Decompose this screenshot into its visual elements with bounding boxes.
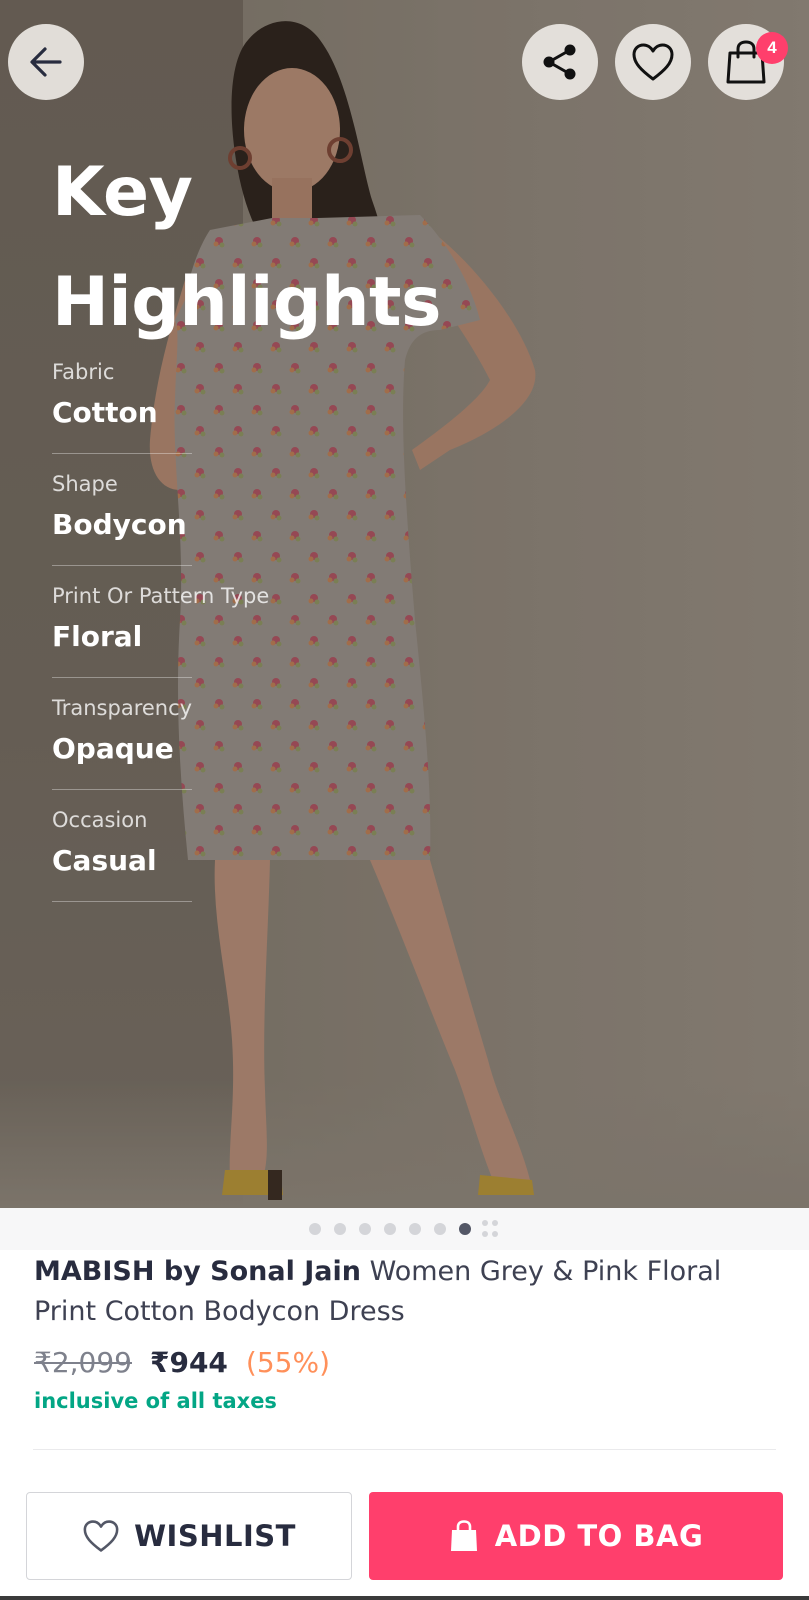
highlight-label: Fabric <box>52 360 115 384</box>
highlight-divider <box>52 453 192 454</box>
highlight-item: Fabric Cotton <box>52 360 292 472</box>
highlight-label: Shape <box>52 472 118 496</box>
price-row: ₹2,099 ₹944 (55%) <box>34 1346 774 1379</box>
carousel-dot[interactable] <box>334 1223 346 1235</box>
mrp-price: ₹2,099 <box>34 1346 132 1379</box>
highlight-item: Print Or Pattern Type Floral <box>52 584 292 696</box>
section-divider <box>33 1449 776 1450</box>
highlight-label: Occasion <box>52 808 148 832</box>
highlight-value: Floral <box>52 620 143 653</box>
add-to-bag-button[interactable]: ADD TO BAG <box>369 1492 783 1580</box>
product-image[interactable]: 4 Key Highlights Fabric Cotton Shape Bod… <box>0 0 809 1208</box>
highlight-label: Print Or Pattern Type <box>52 584 270 608</box>
wishlist-label: WISHLIST <box>134 1519 296 1553</box>
carousel-dot[interactable] <box>434 1223 446 1235</box>
heart-outline-icon <box>83 1520 119 1552</box>
arrow-left-icon <box>30 47 62 77</box>
cart-count-badge: 4 <box>756 32 788 64</box>
product-brand[interactable]: MABISH by Sonal Jain <box>34 1256 361 1287</box>
carousel-dot[interactable] <box>409 1223 421 1235</box>
highlight-item: Shape Bodycon <box>52 472 292 584</box>
share-button[interactable] <box>522 24 598 100</box>
add-to-bag-label: ADD TO BAG <box>494 1519 704 1553</box>
selling-price: ₹944 <box>149 1346 228 1379</box>
tax-note: inclusive of all taxes <box>34 1389 277 1413</box>
shopping-bag-icon <box>450 1520 477 1551</box>
carousel-dot[interactable] <box>459 1223 471 1235</box>
highlight-value: Bodycon <box>52 508 187 541</box>
wishlist-top-button[interactable] <box>615 24 691 100</box>
carousel-dot[interactable] <box>384 1223 396 1235</box>
highlight-value: Opaque <box>52 732 174 765</box>
highlight-value: Casual <box>52 844 157 877</box>
highlight-divider <box>52 677 192 678</box>
highlight-item: Occasion Casual <box>52 808 292 920</box>
back-button[interactable] <box>8 24 84 100</box>
discount-percent: (55%) <box>245 1346 331 1379</box>
highlight-label: Transparency <box>52 696 193 720</box>
heart-icon <box>632 43 674 81</box>
key-highlights-title: Key Highlights <box>52 153 442 342</box>
highlight-divider <box>52 565 192 566</box>
highlight-item: Transparency Opaque <box>52 696 292 808</box>
carousel-dot[interactable] <box>309 1223 321 1235</box>
product-info: MABISH by Sonal Jain Women Grey & Pink F… <box>34 1252 774 1413</box>
product-title: MABISH by Sonal Jain Women Grey & Pink F… <box>34 1252 774 1332</box>
key-highlights-list: Fabric Cotton Shape Bodycon Print Or Pat… <box>52 360 292 920</box>
highlight-divider <box>52 901 192 902</box>
bag-button[interactable]: 4 <box>708 24 788 100</box>
wishlist-button[interactable]: WISHLIST <box>26 1492 352 1580</box>
highlight-divider <box>52 789 192 790</box>
carousel-dot[interactable] <box>359 1223 371 1235</box>
system-nav-strip <box>0 1596 809 1600</box>
carousel-more-indicator <box>482 1220 500 1238</box>
image-carousel-dots[interactable] <box>0 1208 809 1250</box>
highlight-value: Cotton <box>52 396 158 429</box>
share-icon <box>543 44 576 80</box>
